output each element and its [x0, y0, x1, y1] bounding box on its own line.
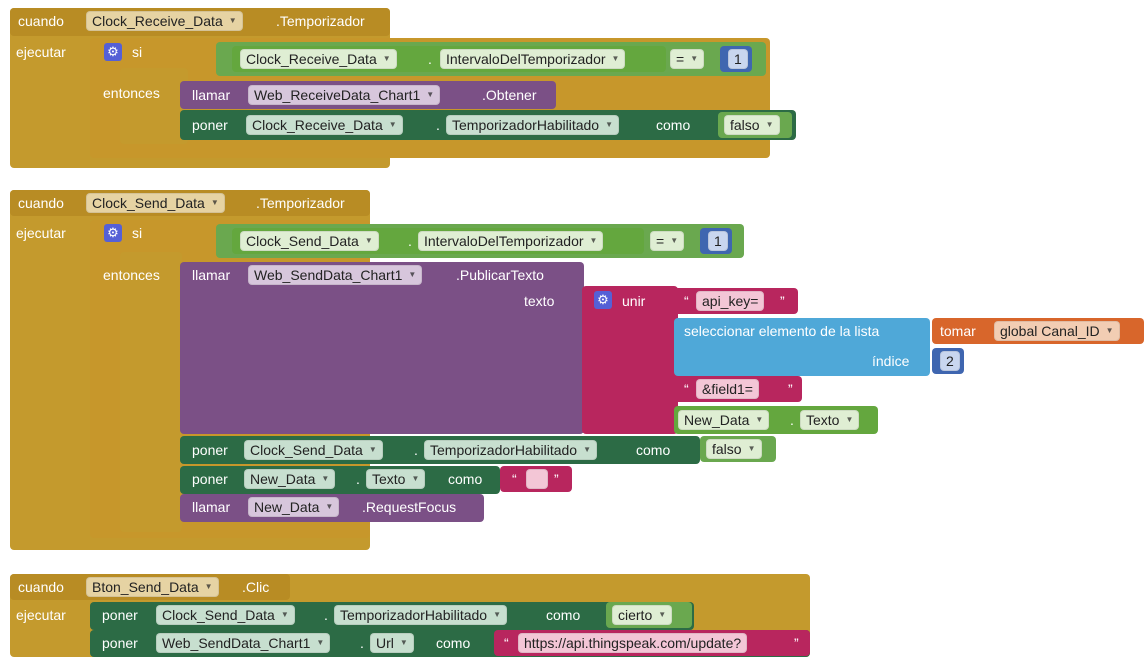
then-label: entonces: [103, 267, 160, 283]
number-value[interactable]: 1: [708, 231, 728, 251]
property-dropdown[interactable]: IntervaloDelTemporizador ▼: [440, 49, 626, 69]
open-quote: “: [684, 381, 689, 397]
gear-icon[interactable]: ⚙: [594, 291, 612, 309]
close-quote: ”: [788, 381, 793, 397]
open-quote: “: [512, 471, 517, 487]
boolean-dropdown[interactable]: falso ▼: [724, 115, 780, 135]
property-dropdown[interactable]: IntervaloDelTemporizador ▼: [418, 231, 604, 251]
open-quote: “: [504, 635, 509, 651]
boolean-dropdown[interactable]: cierto ▼: [612, 605, 673, 625]
close-quote: ”: [554, 471, 559, 487]
set-label: poner: [102, 635, 138, 651]
component-dropdown[interactable]: New_Data ▼: [678, 410, 770, 430]
operator-dropdown[interactable]: = ▼: [670, 49, 705, 69]
method-name: .RequestFocus: [362, 499, 457, 515]
get-label: tomar: [940, 323, 976, 339]
index-value[interactable]: 2: [940, 351, 960, 371]
open-quote: “: [684, 293, 689, 309]
property-dropdown[interactable]: TemporizadorHabilitado ▼: [446, 115, 619, 135]
event-name: .Temporizador: [276, 13, 365, 29]
property-dropdown[interactable]: Texto ▼: [800, 410, 860, 430]
when-label: cuando: [18, 195, 64, 211]
to-label: como: [436, 635, 471, 651]
call-label: llamar: [192, 267, 231, 283]
set-label: poner: [192, 442, 228, 458]
component-dropdown[interactable]: New_Data ▼: [244, 469, 336, 489]
dot-separator: .: [324, 607, 328, 623]
do-label: ejecutar: [16, 44, 66, 60]
text-value-api-key[interactable]: api_key=: [696, 291, 765, 311]
variable-dropdown[interactable]: global Canal_ID ▼: [994, 321, 1120, 341]
method-name: .PublicarTexto: [456, 267, 544, 283]
property-dropdown[interactable]: TemporizadorHabilitado ▼: [334, 605, 507, 625]
when-label: cuando: [18, 13, 64, 29]
to-label: como: [546, 607, 581, 623]
dot-separator: .: [790, 412, 794, 428]
gear-icon[interactable]: ⚙: [104, 224, 122, 242]
set-label: poner: [192, 471, 228, 487]
property-dropdown[interactable]: TemporizadorHabilitado ▼: [424, 440, 597, 460]
dot-separator: .: [408, 233, 412, 249]
dot-separator: .: [428, 51, 432, 67]
component-dropdown[interactable]: New_Data ▼: [248, 497, 340, 517]
url-text-value[interactable]: https://api.thingspeak.com/update?: [518, 633, 748, 653]
close-quote: ”: [780, 293, 785, 309]
select-list-label: seleccionar elemento de la lista: [684, 323, 880, 339]
do-label: ejecutar: [16, 607, 66, 623]
to-label: como: [636, 442, 671, 458]
param-label-texto: texto: [524, 293, 555, 309]
component-dropdown[interactable]: Web_SendData_Chart1 ▼: [156, 633, 331, 653]
component-dropdown[interactable]: Clock_Receive_Data ▼: [86, 11, 243, 31]
property-dropdown[interactable]: Url ▼: [370, 633, 414, 653]
join-label: unir: [622, 293, 646, 309]
component-dropdown[interactable]: Clock_Send_Data ▼: [156, 605, 295, 625]
boolean-dropdown[interactable]: falso ▼: [706, 439, 762, 459]
event-name: .Temporizador: [256, 195, 345, 211]
index-label: índice: [872, 353, 910, 369]
component-dropdown[interactable]: Clock_Send_Data ▼: [244, 440, 383, 460]
call-block[interactable]: [180, 262, 584, 434]
component-dropdown[interactable]: Clock_Receive_Data ▼: [246, 115, 403, 135]
set-label: poner: [102, 607, 138, 623]
property-dropdown[interactable]: Texto ▼: [366, 469, 426, 489]
text-value-field1[interactable]: &field1=: [696, 379, 759, 399]
operator-dropdown[interactable]: = ▼: [650, 231, 685, 251]
close-quote: ”: [794, 635, 799, 651]
if-inner: [120, 68, 188, 144]
component-dropdown[interactable]: Web_ReceiveData_Chart1 ▼: [248, 85, 441, 105]
then-label: entonces: [103, 85, 160, 101]
call-label: llamar: [192, 499, 231, 515]
empty-text-value[interactable]: [526, 469, 548, 489]
component-dropdown[interactable]: Web_SendData_Chart1 ▼: [248, 265, 423, 285]
if-label: si: [132, 44, 143, 60]
when-label: cuando: [18, 579, 64, 595]
component-dropdown[interactable]: Clock_Receive_Data ▼: [240, 49, 397, 69]
number-value[interactable]: 1: [728, 49, 748, 69]
component-dropdown[interactable]: Clock_Send_Data ▼: [240, 231, 379, 251]
if-inner: [120, 252, 182, 532]
do-label: ejecutar: [16, 225, 66, 241]
component-dropdown[interactable]: Bton_Send_Data ▼: [86, 577, 219, 597]
dot-separator: .: [436, 117, 440, 133]
to-label: como: [448, 471, 483, 487]
set-label: poner: [192, 117, 228, 133]
if-label: si: [132, 225, 143, 241]
dot-separator: .: [414, 442, 418, 458]
call-label: llamar: [192, 87, 231, 103]
dot-separator: .: [356, 471, 360, 487]
component-dropdown[interactable]: Clock_Send_Data ▼: [86, 193, 225, 213]
dot-separator: .: [360, 635, 364, 651]
event-name: .Clic: [242, 579, 270, 595]
gear-icon[interactable]: ⚙: [104, 43, 122, 61]
method-name: .Obtener: [482, 87, 537, 103]
to-label: como: [656, 117, 691, 133]
